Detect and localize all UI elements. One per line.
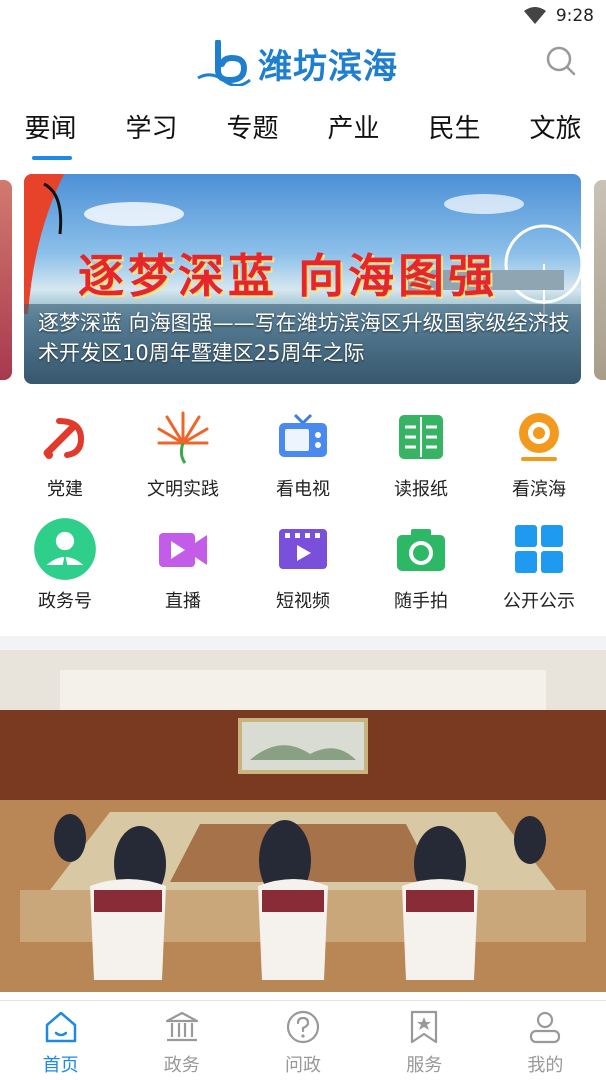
status-bar: 9:28 xyxy=(0,0,606,32)
grid-item-live[interactable]: 直播 xyxy=(124,517,242,617)
banner-carousel: 逐梦深蓝 向海图强 逐梦深蓝 向海图强——写在潍坊滨海区升级国家级经济技术开发区… xyxy=(0,174,606,384)
nav-label: 我的 xyxy=(527,1055,564,1076)
tab-label: 文旅 xyxy=(529,114,582,144)
app-name: 潍坊滨海 xyxy=(258,46,398,87)
banner-slide[interactable]: 逐梦深蓝 向海图强 逐梦深蓝 向海图强——写在潍坊滨海区升级国家级经济技术开发区… xyxy=(24,174,581,384)
nav-label: 服务 xyxy=(406,1055,443,1076)
grid-item-view-binhai[interactable]: 看滨海 xyxy=(480,405,598,505)
binhai-logo-icon xyxy=(197,40,251,86)
nav-label: 政务 xyxy=(163,1055,200,1076)
app-logo: 潍坊滨海 xyxy=(196,36,398,90)
tab-culture-tourism[interactable]: 文旅 xyxy=(505,104,606,160)
live-video-icon xyxy=(159,533,207,567)
nav-label: 首页 xyxy=(42,1055,79,1076)
snapshot-camera-icon xyxy=(397,529,445,571)
next-banner-peek[interactable] xyxy=(594,180,606,380)
government-account-icon xyxy=(34,518,96,580)
grid-item-short-video[interactable]: 短视频 xyxy=(244,517,362,617)
grid-item-read-newspaper[interactable]: 读报纸 xyxy=(362,405,480,505)
grid-label: 读报纸 xyxy=(394,479,448,500)
nav-home[interactable]: 首页 xyxy=(0,1001,121,1080)
tab-topics[interactable]: 专题 xyxy=(202,104,303,160)
camera-lens-icon xyxy=(519,413,559,461)
search-icon xyxy=(546,46,576,76)
newspaper-icon xyxy=(399,415,443,459)
tab-label: 学习 xyxy=(125,114,178,144)
short-video-icon xyxy=(279,529,327,569)
grid-label: 看电视 xyxy=(276,479,330,500)
tab-industry[interactable]: 产业 xyxy=(303,104,404,160)
nav-label: 问政 xyxy=(285,1055,321,1076)
party-emblem-icon xyxy=(43,418,85,459)
service-bookmark-icon xyxy=(411,1010,438,1044)
grid-label: 公开公示 xyxy=(503,591,575,612)
grid-item-party-building[interactable]: 党建 xyxy=(6,405,124,505)
nav-services[interactable]: 服务 xyxy=(364,1001,485,1080)
banner-headline: 逐梦深蓝 向海图强 xyxy=(78,249,499,303)
question-icon xyxy=(286,1010,320,1044)
tab-label: 专题 xyxy=(226,114,279,144)
service-grid: 党建 文明实践 看电视 读报纸 看滨海 政务号 直播 短视频 随手拍 公开公示 xyxy=(0,405,606,630)
tab-label: 产业 xyxy=(327,114,380,144)
grid-label: 文明实践 xyxy=(147,479,219,500)
government-icon xyxy=(165,1011,198,1042)
banner-caption: 逐梦深蓝 向海图强——写在潍坊滨海区升级国家级经济技术开发区10周年暨建区25周… xyxy=(38,311,570,365)
grid-item-government-account[interactable]: 政务号 xyxy=(6,517,124,617)
search-button[interactable] xyxy=(544,44,578,78)
previous-banner-peek[interactable] xyxy=(0,180,12,380)
user-icon xyxy=(530,1011,561,1044)
bottom-navigation: 首页 政务 问政 服务 我的 xyxy=(0,1000,606,1080)
tv-icon xyxy=(279,413,327,457)
grid-label: 看滨海 xyxy=(512,479,566,500)
wifi-icon xyxy=(523,7,546,24)
grid-label: 党建 xyxy=(47,479,83,500)
civilization-flower-icon xyxy=(157,411,209,464)
category-tabs: 要闻 学习 专题 产业 民生 文旅 xyxy=(0,104,606,160)
tab-headlines[interactable]: 要闻 xyxy=(0,104,101,160)
grid-label: 随手拍 xyxy=(394,591,448,612)
section-divider xyxy=(0,636,606,650)
home-icon xyxy=(45,1011,76,1043)
grid-item-snapshot[interactable]: 随手拍 xyxy=(362,517,480,617)
grid-item-watch-tv[interactable]: 看电视 xyxy=(244,405,362,505)
grid-label: 政务号 xyxy=(38,591,92,612)
nav-ask-government[interactable]: 问政 xyxy=(242,1001,363,1080)
tab-livelihood[interactable]: 民生 xyxy=(404,104,505,160)
public-notice-icon xyxy=(515,525,563,573)
tab-label: 民生 xyxy=(428,114,481,144)
nav-government[interactable]: 政务 xyxy=(121,1001,242,1080)
news-feature-image[interactable] xyxy=(0,650,606,992)
meeting-room-photo xyxy=(0,650,606,992)
grid-item-civilization-practice[interactable]: 文明实践 xyxy=(124,405,242,505)
grid-label: 直播 xyxy=(165,591,201,612)
nav-profile[interactable]: 我的 xyxy=(485,1001,606,1080)
grid-label: 短视频 xyxy=(276,591,330,612)
tab-label: 要闻 xyxy=(24,114,77,144)
tab-study[interactable]: 学习 xyxy=(101,104,202,160)
grid-item-public-notice[interactable]: 公开公示 xyxy=(480,517,598,617)
status-time: 9:28 xyxy=(555,6,594,26)
app-header: 潍坊滨海 xyxy=(0,32,606,92)
